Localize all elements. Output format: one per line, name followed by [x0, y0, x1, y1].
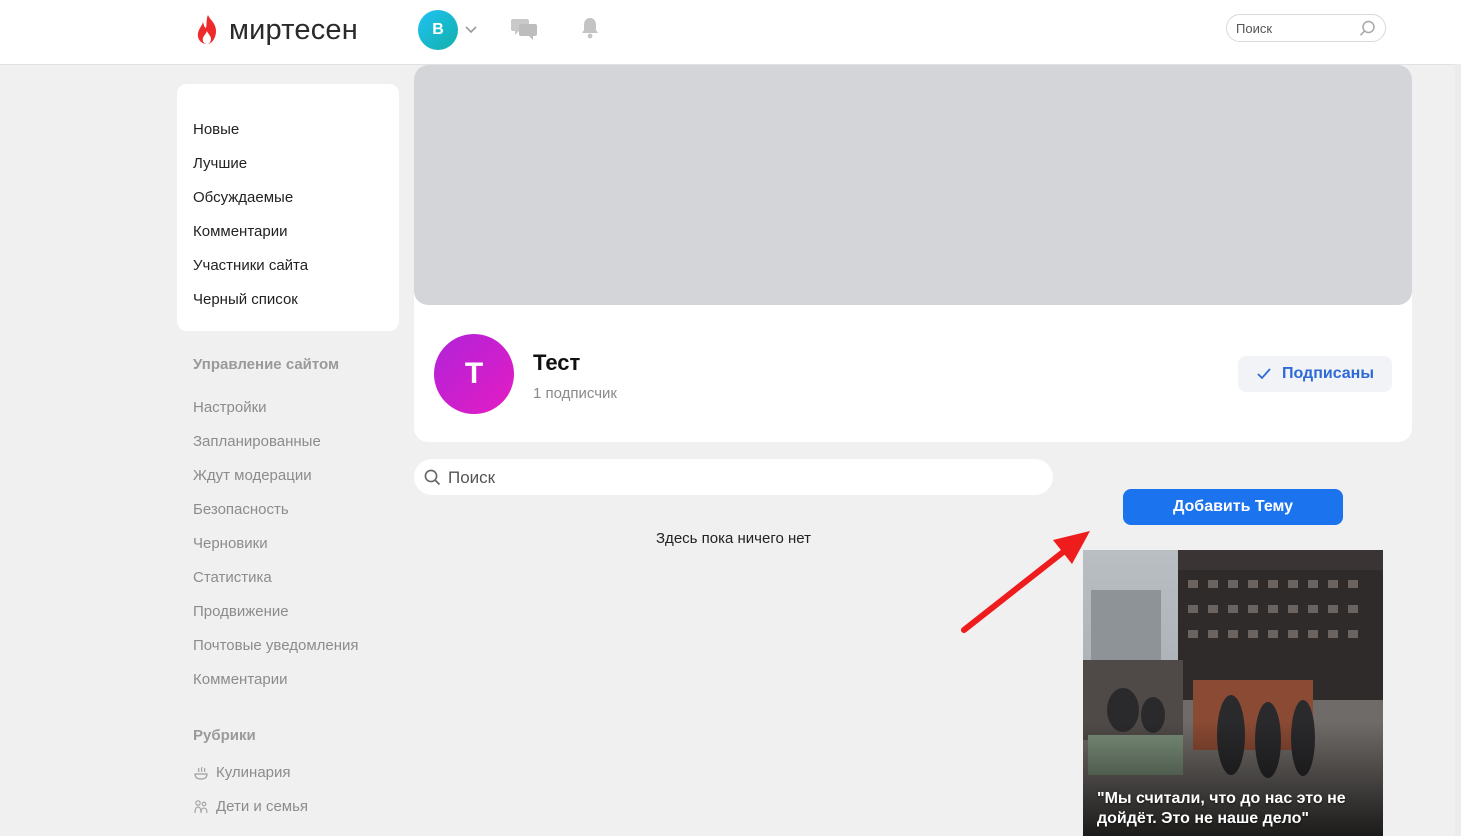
manage-item-security[interactable]: Безопасность [193, 500, 289, 520]
search-icon [424, 469, 441, 486]
nav-item-discussed[interactable]: Обсуждаемые [193, 188, 293, 208]
cover-image [414, 65, 1412, 305]
manage-item-promotion[interactable]: Продвижение [193, 602, 289, 622]
cooking-icon [194, 766, 208, 780]
header-search-input[interactable] [1236, 19, 1354, 37]
top-bar: миртесен В [0, 0, 1461, 65]
manage-item-scheduled[interactable]: Запланированные [193, 432, 321, 452]
manage-item-drafts[interactable]: Черновики [193, 534, 268, 554]
subscribed-label: Подписаны [1281, 365, 1375, 382]
rubrics-heading: Рубрики [193, 727, 256, 744]
annotation-arrow-icon [961, 531, 1090, 633]
manage-heading: Управление сайтом [193, 356, 340, 373]
rubric-label: Дети и семья [216, 798, 309, 815]
flame-icon [197, 15, 216, 44]
topic-search-input[interactable] [448, 467, 1028, 489]
manage-item-moderation[interactable]: Ждут модерации [193, 466, 312, 486]
site-logo[interactable]: миртесен [195, 12, 358, 48]
chat-icon[interactable] [510, 16, 538, 42]
nav-item-blacklist[interactable]: Черный список [193, 290, 298, 310]
header-search[interactable] [1226, 14, 1386, 42]
rubric-label: Кулинария [216, 764, 291, 781]
nav-item-comments[interactable]: Комментарии [193, 222, 287, 242]
bell-icon[interactable] [580, 16, 600, 40]
nav-item-new[interactable]: Новые [193, 120, 239, 140]
subscribed-button[interactable]: Подписаны [1238, 356, 1392, 392]
chevron-down-icon[interactable] [462, 20, 480, 38]
user-avatar[interactable]: В [418, 10, 458, 50]
news-teaser[interactable]: "Мы считали, что до нас это не дойдёт. Э… [1083, 550, 1383, 836]
topic-search[interactable] [414, 459, 1053, 495]
subscriber-count[interactable]: 1 подписчик [533, 385, 617, 402]
group-title: Тест [533, 350, 581, 375]
scrollbar[interactable] [1455, 64, 1461, 836]
check-icon [1257, 368, 1271, 380]
news-caption: "Мы считали, что до нас это не дойдёт. Э… [1097, 790, 1346, 827]
nav-item-members[interactable]: Участники сайта [193, 256, 308, 276]
search-icon[interactable] [1359, 20, 1376, 37]
group-header-card: Т Тест 1 подписчик Подписаны [414, 65, 1412, 442]
manage-item-mail-notifications[interactable]: Почтовые уведомления [193, 636, 359, 656]
nav-item-best[interactable]: Лучшие [193, 154, 247, 174]
rubric-family[interactable]: Дети и семья [193, 797, 308, 817]
group-avatar[interactable]: Т [434, 334, 514, 414]
family-icon [194, 800, 208, 814]
rubric-cooking[interactable]: Кулинария [193, 763, 291, 783]
add-topic-button[interactable]: Добавить Тему [1123, 489, 1343, 525]
manage-item-settings[interactable]: Настройки [193, 398, 267, 418]
feed-nav-card: Новые Лучшие Обсуждаемые Комментарии Уча… [177, 84, 399, 331]
manage-item-statistics[interactable]: Статистика [193, 568, 272, 588]
manage-item-comments[interactable]: Комментарии [193, 670, 287, 690]
logo-text: миртесен [229, 13, 358, 46]
